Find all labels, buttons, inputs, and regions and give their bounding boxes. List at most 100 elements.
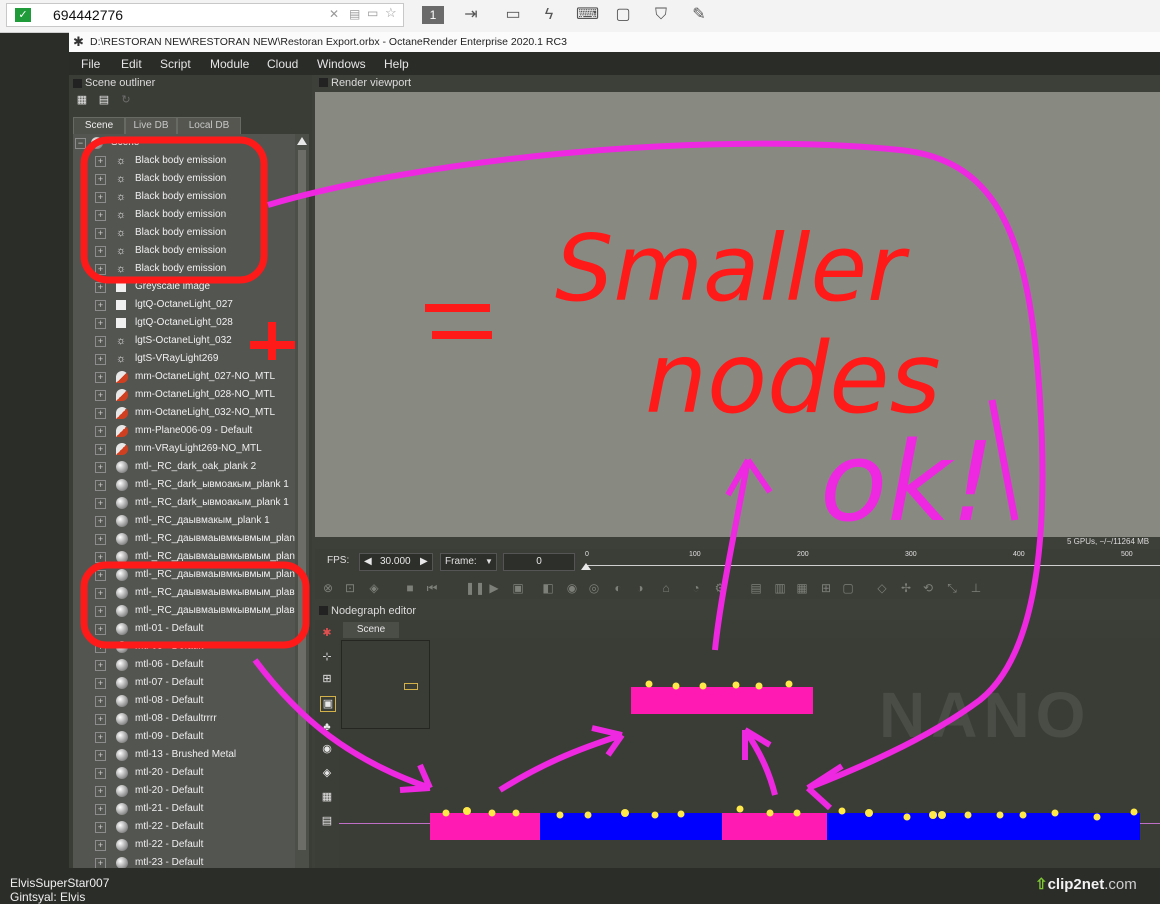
decrease-icon[interactable]: ◀ [364,554,372,570]
tree-item[interactable]: + mm-Plane006-09 - Default [73,422,295,440]
chat-icon[interactable]: ▭ [502,4,524,26]
expand-icon[interactable]: + [95,174,106,185]
collapse-all-icon[interactable]: ▤ [97,93,111,107]
tree-item[interactable]: + mtl-_RC_даывмакым_plank 1 [73,512,295,530]
keyboard-icon[interactable]: ⌨ [576,4,599,26]
tree-item[interactable]: + mtl-_RC_dark_oak_plank 2 [73,458,295,476]
clear-icon[interactable]: ✕ [329,7,339,21]
timeline-ruler[interactable]: 0 100 200 300 400 500 [581,551,1160,573]
outliner-scroll-thumb[interactable] [298,150,306,850]
play-icon[interactable]: ▶ [487,581,501,595]
expand-icon[interactable]: + [95,714,106,725]
increase-icon[interactable]: ▶ [420,554,428,570]
expand-icon[interactable]: + [95,786,106,797]
material-picker-icon[interactable]: ◉ [565,581,579,595]
expand-icon[interactable]: + [95,156,106,167]
tree-item[interactable]: + ☼ Black body emission [73,224,295,242]
panel-grip-icon[interactable] [319,606,328,615]
tree-layout-icon[interactable]: ⊹ [320,650,334,664]
reset-icon[interactable]: ◈ [367,581,381,595]
frame-input[interactable]: 0 [503,553,575,571]
save-render-icon[interactable]: ▣ [511,581,525,595]
move-icon[interactable]: ✢ [899,581,913,595]
expand-icon[interactable]: + [95,426,106,437]
shield-icon[interactable]: ⛉ [650,4,672,26]
tree-item[interactable]: + mtl-22 - Default [73,818,295,836]
tree-item[interactable]: + mtl-_RC_даывмаывмкывмым_plaвь [73,584,295,602]
expand-icon[interactable]: + [95,480,106,491]
tree-item[interactable]: + mtl-_RC_даывмаывмкывмым_plank [73,548,295,566]
tree-item[interactable]: + mtl-06 - Default [73,656,295,674]
focus-picker-icon[interactable]: ◐ [611,581,625,595]
tree-item[interactable]: + mtl-_RC_даывмаывмкывмым_plank [73,530,295,548]
monitor-icon[interactable]: ▢ [612,4,634,26]
lightning-icon[interactable]: ϟ [538,4,560,26]
tree-item[interactable]: + ☼ Black body emission [73,152,295,170]
tree-item[interactable]: + mtl-_RC_даывмаывмкывмым_plank [73,566,295,584]
expand-icon[interactable]: + [95,372,106,383]
send-to-icon[interactable]: ⇥ [460,4,482,26]
tree-root[interactable]: − Scene [73,134,295,152]
material-icon[interactable]: ◉ [320,742,334,756]
panel-grip-icon[interactable] [73,79,82,88]
refresh-icon[interactable]: ↻ [119,93,133,107]
tree-item[interactable]: + mtl-08 - Default [73,692,295,710]
expand-icon[interactable]: + [95,732,106,743]
region-icon[interactable]: ⊡ [343,581,357,595]
clay-icon[interactable]: ◔ [689,581,703,595]
world-icon[interactable]: ⊥ [969,581,983,595]
graph-icon[interactable]: ▦ [320,790,334,804]
playhead-icon[interactable] [581,563,591,570]
tree-item[interactable]: + lgtQ-OctaneLight_028 [73,314,295,332]
object-picker-icon[interactable]: ◎ [587,581,601,595]
export-icon[interactable]: ⊞ [819,581,833,595]
expand-icon[interactable]: + [95,300,106,311]
menu-windows[interactable]: Windows [317,57,366,71]
tab-local-db[interactable]: Local DB [177,117,241,135]
star-icon[interactable]: ☆ [385,5,397,21]
expand-icon[interactable]: + [95,264,106,275]
tree-item[interactable]: + ☼ Black body emission [73,188,295,206]
picker-icon[interactable]: ◧ [541,581,555,595]
expand-icon[interactable]: + [95,354,106,365]
fps-stepper[interactable]: ◀ 30.000 ▶ [359,553,433,571]
expand-icon[interactable]: + [95,444,106,455]
decal-icon[interactable]: ▥ [773,581,787,595]
tree-item[interactable]: + mm-OctaneLight_032-NO_MTL [73,404,295,422]
tab-scene[interactable]: Scene [73,117,125,135]
restart-icon[interactable]: ⏮ [425,581,439,595]
tree-item[interactable]: + mm-OctaneLight_027-NO_MTL [73,368,295,386]
screens-icon[interactable]: ▭ [367,6,378,20]
camera-icon[interactable]: ⊗ [321,581,335,595]
expand-icon[interactable]: + [95,390,106,401]
group-icon[interactable]: ♣ [320,720,334,734]
panel-grip-icon[interactable] [319,78,328,87]
expand-icon[interactable]: + [95,498,106,509]
menu-script[interactable]: Script [160,57,191,71]
scroll-up-icon[interactable] [297,137,307,145]
frame-dropdown[interactable]: Frame: ▼ [440,553,497,571]
tree-item[interactable]: + mtl-23 - Default [73,854,295,868]
expand-icon[interactable]: + [95,552,106,563]
id-field[interactable]: ✓ 694442776 ✕ ▤ ▭ ☆ [6,3,404,27]
expand-icon[interactable]: + [95,822,106,833]
expand-icon[interactable]: + [95,696,106,707]
tree-item[interactable]: + mm-OctaneLight_028-NO_MTL [73,386,295,404]
expand-icon[interactable]: + [95,678,106,689]
database-icon[interactable]: ▤ [349,7,360,21]
expand-icon[interactable]: + [95,624,106,635]
tree-item[interactable]: + mm-VRayLight269-NO_MTL [73,440,295,458]
tree-item[interactable]: + ☼ Black body emission [73,260,295,278]
tree-item[interactable]: + ☼ Black body emission [73,170,295,188]
tree-item[interactable]: + ☼ Black body emission [73,242,295,260]
expand-icon[interactable]: + [95,516,106,527]
fit-view-icon[interactable]: ▣ [320,696,336,712]
pause-icon[interactable]: ❚❚ [465,581,485,595]
menu-module[interactable]: Module [210,57,249,71]
white-balance-icon[interactable]: ◑ [633,581,647,595]
panel-icon[interactable]: ▢ [841,581,855,595]
tree-item[interactable]: + mtl-_RC_даывмаывмкывмым_plaвь [73,602,295,620]
menu-file[interactable]: File [81,57,100,71]
pen-icon[interactable]: ✎ [688,4,710,26]
expand-icon[interactable]: + [95,336,106,347]
